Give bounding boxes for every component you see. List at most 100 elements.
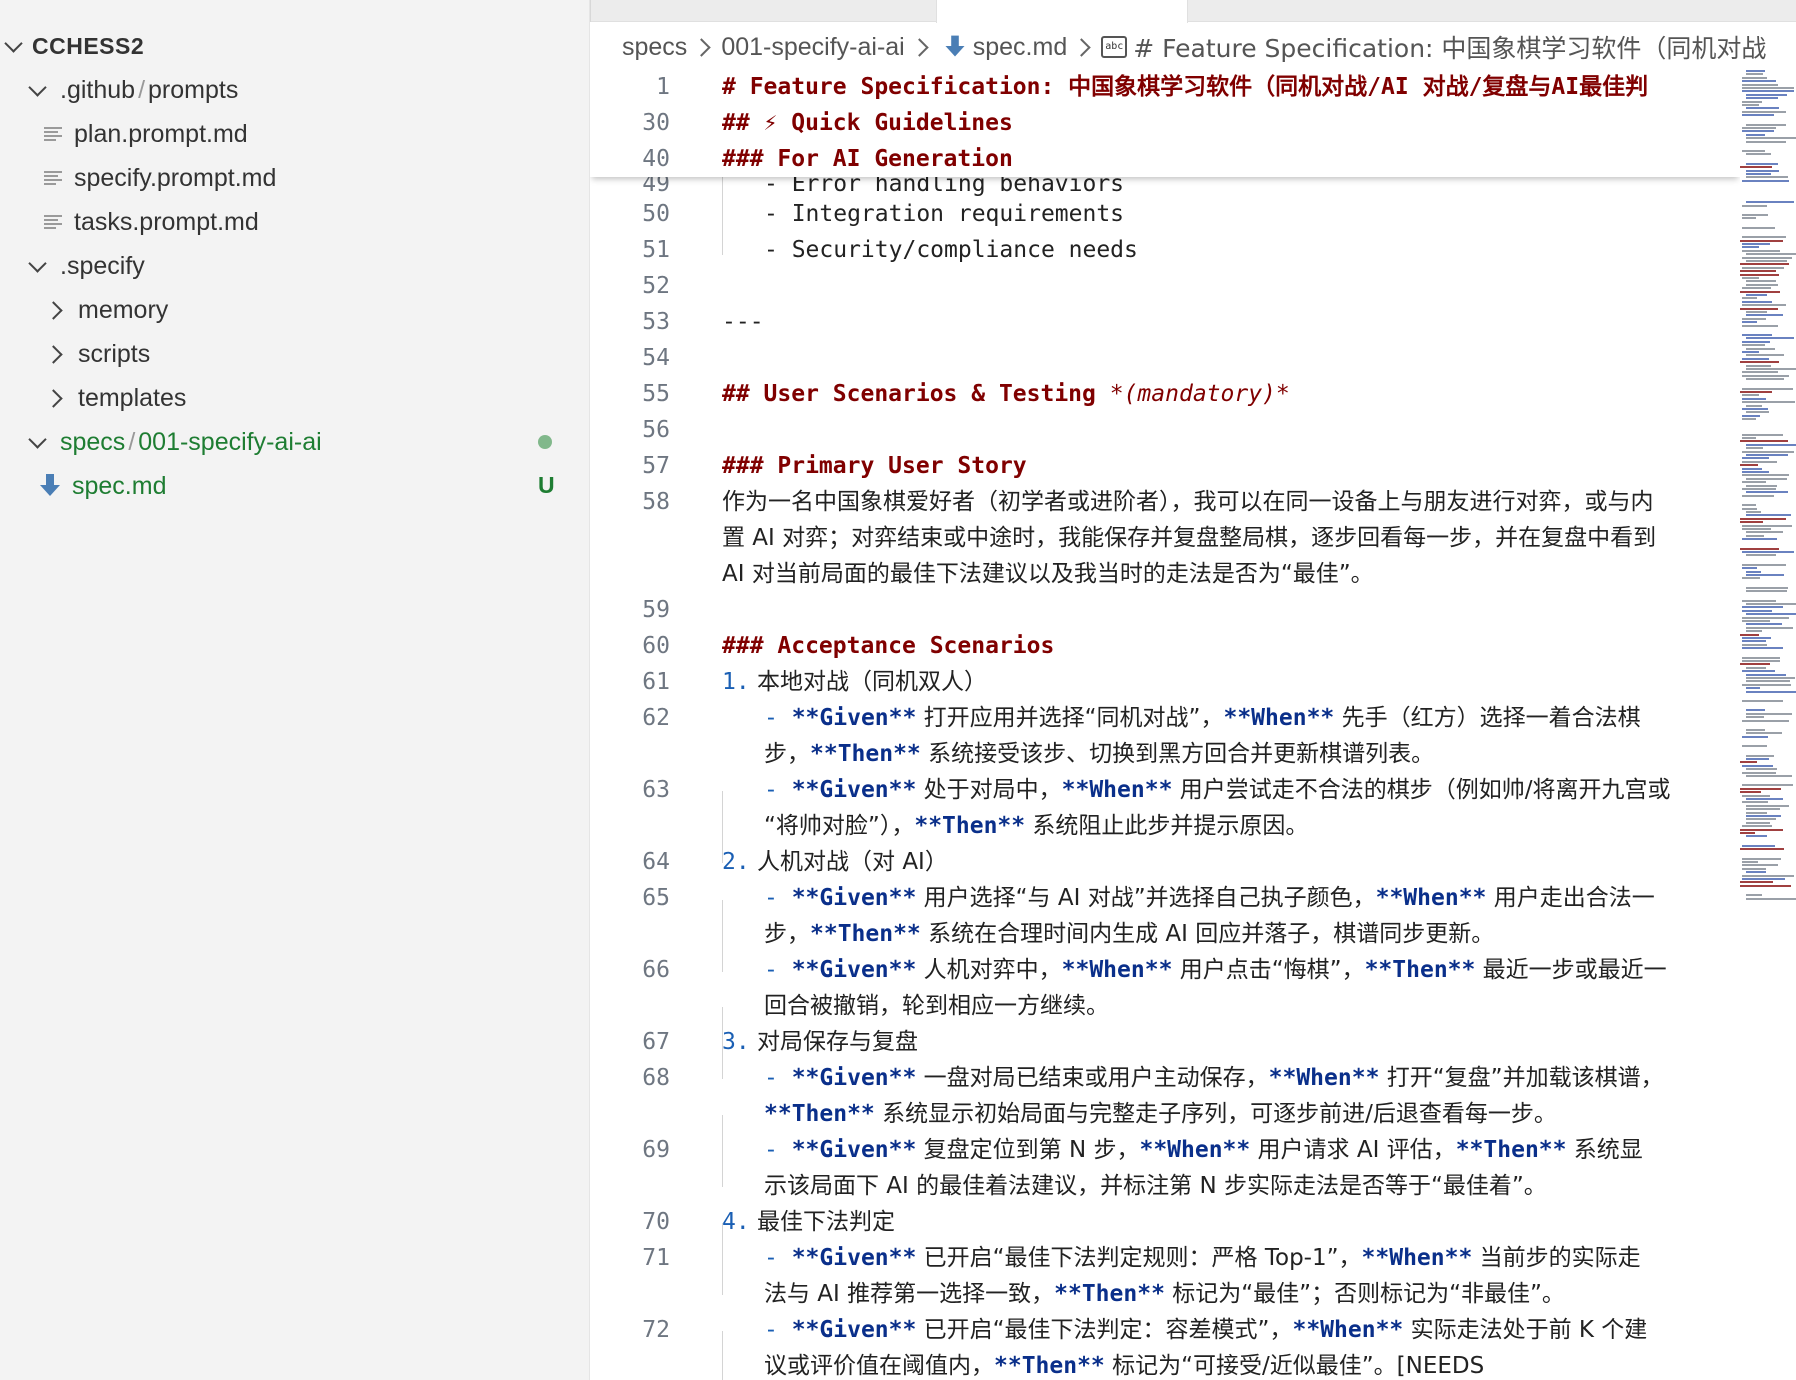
text: 用户选择“与 AI 对战”并选择自己执子颜色，	[916, 885, 1376, 911]
minimap-line	[1742, 494, 1774, 497]
minimap-line	[1746, 201, 1794, 204]
file-label: spec.md	[72, 471, 167, 500]
folder-scripts[interactable]: scripts	[0, 334, 589, 374]
code-line[interactable]: 71 - **Given** 已开启“最佳下法判定规则：严格 Top-1”，**…	[590, 1240, 1740, 1276]
folder-specs-001[interactable]: specs / 001-specify-ai-ai	[0, 422, 589, 462]
folder-templates[interactable]: templates	[0, 378, 589, 418]
tab-spec-md[interactable]	[936, 0, 1188, 23]
breadcrumb-specs[interactable]: specs	[622, 33, 687, 62]
minimap-line	[1742, 719, 1789, 722]
explorer-root[interactable]: CCHESS2	[0, 26, 589, 66]
breadcrumb-file[interactable]: spec.md	[973, 33, 1067, 62]
code-line[interactable]: 58 作为一名中国象棋爱好者（初学者或进阶者），我可以在同一设备上与朋友进行对弈…	[590, 484, 1740, 520]
code-line[interactable]: 63 - **Given** 处于对局中，**When** 用户尝试走不合法的棋…	[590, 772, 1740, 808]
list-dash: -	[764, 957, 792, 983]
code-line[interactable]: 67 3. 对局保存与复盘	[590, 1024, 1740, 1060]
code-line-wrap[interactable]: AI 对当前局面的最佳下法建议以及我当时的走法是否为“最佳”。	[590, 556, 1740, 592]
minimap-line	[1746, 897, 1796, 900]
file-specify-prompt[interactable]: specify.prompt.md	[0, 158, 589, 198]
code-line[interactable]: 66 - **Given** 人机对弈中，**When** 用户点击“悔棋”，*…	[590, 952, 1740, 988]
file-spec-md[interactable]: spec.md U	[0, 466, 589, 506]
code-line-wrap[interactable]: 步，**Then** 系统接受该步、切换到黑方回合并更新棋谱列表。	[590, 736, 1740, 772]
code-line-wrap[interactable]: 置 AI 对弈；对弈结束或中途时，我能保存并复盘整局棋，逐步回看每一步，并在复盘…	[590, 520, 1740, 556]
code-line[interactable]: 51 - Security/compliance needs	[590, 232, 1740, 268]
minimap-line	[1746, 283, 1778, 286]
folder-label: .github	[60, 75, 136, 104]
minimap-line	[1742, 414, 1760, 417]
code-line[interactable]: 72 - **Given** 已开启“最佳下法判定：容差模式”，**When**…	[590, 1312, 1740, 1348]
bold-then: **Then**	[764, 1101, 875, 1127]
list-dash: -	[764, 885, 792, 911]
file-plan-prompt[interactable]: plan.prompt.md	[0, 114, 589, 154]
list-text: - Security/compliance needs	[764, 237, 1138, 263]
minimap-line	[1746, 337, 1794, 340]
folder-memory[interactable]: memory	[0, 290, 589, 330]
chevron-down-icon	[2, 34, 26, 58]
code-line[interactable]: 60 ### Acceptance Scenarios	[590, 628, 1740, 664]
code-line[interactable]: 62 - **Given** 打开应用并选择“同机对战”，**When** 先手…	[590, 700, 1740, 736]
minimap-line	[1742, 771, 1776, 774]
code-line[interactable]: 53 ---	[590, 304, 1740, 340]
code-line-wrap[interactable]: 回合被撤销，轮到相应一方继续。	[590, 988, 1740, 1024]
code-line-wrap[interactable]: “将帅对脸”），**Then** 系统阻止此步并提示原因。	[590, 808, 1740, 844]
minimap-line	[1742, 433, 1783, 436]
text: 打开应用并选择“同机对战”，	[916, 705, 1224, 731]
sticky-line[interactable]: 1 # Feature Specification: 中国象棋学习软件（同机对战…	[590, 70, 1740, 105]
code-line[interactable]: 52	[590, 268, 1740, 304]
code-line[interactable]: 68 - **Given** 一盘对局已结束或用户主动保存，**When** 打…	[590, 1060, 1740, 1096]
minimap-line	[1742, 401, 1795, 404]
text: 实际走法处于前 K 个建	[1403, 1317, 1648, 1343]
minimap-line	[1742, 130, 1774, 133]
chevron-right-icon	[44, 298, 68, 322]
minimap-line	[1740, 263, 1789, 266]
minimap-line	[1742, 616, 1789, 619]
minimap[interactable]	[1740, 70, 1796, 1380]
code-line[interactable]: 54	[590, 340, 1740, 376]
chevron-right-icon	[1073, 36, 1095, 58]
path-separator: /	[138, 75, 146, 104]
code-line-wrap[interactable]: 示该局面下 AI 的最佳着法建议，并标注第 N 步实际走法是否等于“最佳着”。	[590, 1168, 1740, 1204]
sticky-scroll[interactable]: 1 # Feature Specification: 中国象棋学习软件（同机对战…	[590, 70, 1740, 177]
list-dash: -	[764, 1245, 792, 1271]
code-line-wrap[interactable]: 法与 AI 推荐第一选择一致，**Then** 标记为“最佳”；否则标记为“非最…	[590, 1276, 1740, 1312]
bold-then: **Then**	[994, 1353, 1105, 1379]
minimap-line	[1742, 374, 1789, 377]
heading-marker: ##	[722, 110, 764, 136]
minimap-line	[1746, 712, 1792, 715]
minimap-line	[1742, 90, 1794, 93]
code-line-wrap[interactable]: **Then** 系统显示初始局面与完整走子序列，可逐步前进/后退查看每一步。	[590, 1096, 1740, 1132]
code-line[interactable]: 64 2. 人机对战（对 AI）	[590, 844, 1740, 880]
text: 复盘定位到第 N 步，	[916, 1137, 1140, 1163]
sticky-line[interactable]: 40 ### For AI Generation	[590, 141, 1740, 177]
line-number: 60	[642, 633, 670, 659]
code-line[interactable]: 61 1. 本地对战（同机双人）	[590, 664, 1740, 700]
minimap-line	[1742, 324, 1778, 327]
code-editor[interactable]: 1 # Feature Specification: 中国象棋学习软件（同机对战…	[590, 70, 1740, 1380]
minimap-line	[1742, 127, 1776, 129]
line-number: 61	[642, 669, 670, 695]
sticky-line[interactable]: 30 ## ⚡ Quick Guidelines	[590, 105, 1740, 141]
code-line[interactable]: 56	[590, 412, 1740, 448]
code-line[interactable]: 55 ## User Scenarios & Testing *(mandato…	[590, 376, 1740, 412]
minimap-line	[1746, 798, 1783, 800]
code-line-wrap[interactable]: 步，**Then** 系统在合理时间内生成 AI 回应并落子，棋谱同步更新。	[590, 916, 1740, 952]
code-line[interactable]: 59	[590, 592, 1740, 628]
code-line-wrap[interactable]: 议或评价值在阈值内，**Then** 标记为“可接受/近似最佳”。[NEEDS	[590, 1348, 1740, 1380]
minimap-line	[1742, 857, 1781, 860]
breadcrumb-folder[interactable]: 001-specify-ai-ai	[721, 33, 904, 62]
code-line[interactable]: 65 - **Given** 用户选择“与 AI 对战”并选择自己执子颜色，**…	[590, 880, 1740, 916]
paragraph-text: AI 对当前局面的最佳下法建议以及我当时的走法是否为“最佳”。	[722, 561, 1374, 587]
code-line[interactable]: 70 4. 最佳下法判定	[590, 1204, 1740, 1240]
minimap-line	[1746, 603, 1796, 605]
code-line[interactable]: 50 - Integration requirements	[590, 196, 1740, 232]
minimap-line	[1746, 511, 1761, 513]
code-line[interactable]: 57 ### Primary User Story	[590, 448, 1740, 484]
code-line[interactable]: 69 - **Given** 复盘定位到第 N 步，**When** 用户请求 …	[590, 1132, 1740, 1168]
minimap-line	[1746, 815, 1781, 817]
bold-given: **Given**	[791, 777, 917, 803]
folder-github-prompts[interactable]: .github / prompts	[0, 70, 589, 110]
breadcrumb-symbol[interactable]: # Feature Specification: 中国象棋学习软件（同机对战	[1133, 29, 1766, 65]
minimap-line	[1746, 280, 1776, 283]
file-tasks-prompt[interactable]: tasks.prompt.md	[0, 202, 589, 242]
folder-specify[interactable]: .specify	[0, 246, 589, 286]
